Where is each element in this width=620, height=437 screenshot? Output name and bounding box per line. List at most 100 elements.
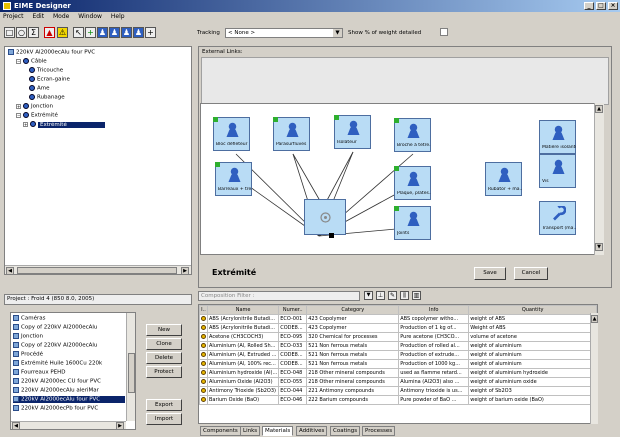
protect-button[interactable]: Protect bbox=[146, 366, 182, 378]
scroll-thumb[interactable] bbox=[128, 353, 135, 393]
materials-vertical-scrollbar[interactable]: ▲ bbox=[590, 313, 598, 424]
project-list-horizontal-scrollbar[interactable]: ◀ ▶ bbox=[11, 421, 126, 429]
component-node-matiere[interactable]: Matière isolante bbox=[539, 120, 576, 154]
column-header[interactable]: I.. bbox=[199, 305, 208, 315]
delete-button[interactable]: Delete bbox=[146, 352, 182, 364]
show-weight-checkbox[interactable] bbox=[440, 28, 448, 36]
table-row[interactable]: ABS (Acrylonitrile Butadi... CODE8... 423 … bbox=[199, 323, 597, 333]
alert-icon[interactable]: ▲ bbox=[44, 27, 55, 38]
component-node-barreaux[interactable]: Barreaux + tre... bbox=[215, 162, 252, 196]
import-button[interactable]: Import bbox=[146, 413, 182, 425]
canvas-vertical-scrollbar[interactable]: ▲ ▼ bbox=[594, 103, 604, 255]
sigma-icon[interactable]: Σ bbox=[28, 27, 39, 38]
list-item[interactable]: Fourreaux PEHD bbox=[13, 369, 66, 376]
menu-mode[interactable]: Mode bbox=[53, 13, 69, 20]
scroll-thumb[interactable] bbox=[17, 267, 177, 274]
list-item[interactable]: Jonction bbox=[13, 333, 43, 340]
circle-tool-icon[interactable]: ○ bbox=[16, 27, 27, 38]
list-item[interactable]: Caméras bbox=[13, 315, 45, 322]
expand-icon[interactable]: + bbox=[16, 103, 21, 109]
column-header[interactable]: Category bbox=[306, 305, 400, 315]
pointer-icon[interactable]: ↖ bbox=[73, 27, 84, 38]
tree-item-rubanage[interactable]: Rubanage bbox=[29, 94, 65, 101]
scroll-right-icon[interactable]: ▶ bbox=[181, 267, 189, 274]
scroll-left-icon[interactable]: ◀ bbox=[6, 267, 14, 274]
clone-button[interactable]: Clone bbox=[146, 338, 182, 350]
list-item[interactable]: 220kV Al2000ec CU four PVC bbox=[13, 378, 101, 385]
scroll-left-icon[interactable]: ◀ bbox=[12, 422, 20, 429]
tracking-select[interactable]: < None > ▼ bbox=[225, 28, 343, 38]
tab-additives[interactable]: Additives bbox=[296, 426, 328, 436]
add-icon[interactable]: + bbox=[145, 27, 156, 38]
add-component-icon[interactable]: + bbox=[85, 27, 96, 38]
component-group-icon[interactable]: ♟ bbox=[121, 27, 132, 38]
tab-coatings[interactable]: Coatings bbox=[330, 426, 361, 436]
component-node-joints[interactable]: Joints bbox=[394, 206, 431, 240]
diagram-canvas[interactable]: Bloc défleteur Parasurfluves Isolateur B… bbox=[200, 103, 604, 255]
close-button[interactable]: × bbox=[608, 2, 618, 10]
table-row[interactable]: Acetone (CH3COCH3) ECO-095 320 Chemical fo… bbox=[199, 332, 597, 342]
scroll-right-icon[interactable]: ▶ bbox=[116, 422, 124, 429]
component-link-icon[interactable]: ♟ bbox=[109, 27, 120, 38]
scroll-up-icon[interactable]: ▲ bbox=[591, 315, 598, 323]
expand-icon[interactable]: + bbox=[23, 121, 28, 127]
scroll-down-icon[interactable]: ▼ bbox=[595, 243, 603, 251]
filter-dropdown-icon[interactable]: ▼ bbox=[364, 291, 373, 300]
table-row[interactable]: Antimony Trioxide (Sb2O3) ECO-044 221 Anti… bbox=[199, 386, 597, 396]
table-row[interactable]: Barium Oxide (BaO) ECO-046 222 Barium comp… bbox=[199, 395, 597, 405]
filter-edit-icon[interactable]: ✎ bbox=[388, 291, 397, 300]
cancel-button[interactable]: Cancel bbox=[514, 267, 548, 280]
warning-icon[interactable]: ⚠ bbox=[57, 27, 68, 38]
filter-toggle-icon[interactable]: ⊥ bbox=[376, 291, 385, 300]
tree-item-ecran-gaine[interactable]: Ecran-gaine bbox=[29, 76, 70, 83]
column-header[interactable]: Name bbox=[206, 305, 280, 315]
new-button[interactable]: New bbox=[146, 324, 182, 336]
list-item[interactable]: Procédé bbox=[13, 351, 43, 358]
column-header[interactable]: Numer.. bbox=[278, 305, 308, 315]
filter-split-icon[interactable]: ⫼ bbox=[400, 291, 409, 300]
minimize-button[interactable]: _ bbox=[584, 2, 594, 10]
tab-links[interactable]: Links bbox=[240, 426, 261, 436]
tab-processes[interactable]: Processes bbox=[362, 426, 396, 436]
component-node-rubator[interactable]: Rubator + ma... bbox=[485, 162, 522, 196]
component-node-broche[interactable]: Broche à tetre... bbox=[394, 118, 431, 152]
component-node-isolateur[interactable]: Isolateur bbox=[334, 115, 371, 149]
chevron-down-icon[interactable]: ▼ bbox=[333, 29, 342, 37]
tree-item-ame[interactable]: Ame bbox=[29, 85, 50, 92]
menu-edit[interactable]: Edit bbox=[32, 13, 44, 20]
menu-help[interactable]: Help bbox=[111, 13, 125, 20]
collapse-icon[interactable]: − bbox=[16, 112, 21, 118]
component-edit-icon[interactable]: ♟ bbox=[133, 27, 144, 38]
component-node-plaque[interactable]: Plaque, plates... bbox=[394, 166, 431, 200]
resize-handle-icon[interactable] bbox=[329, 233, 334, 238]
filter-columns-icon[interactable]: ▥ bbox=[412, 291, 421, 300]
list-item[interactable]: 220kV Al2000ecAlu aleriMar bbox=[13, 387, 99, 394]
tab-materials[interactable]: Materials bbox=[262, 426, 294, 436]
list-item[interactable]: Copy of 220kV Al2000ecAlu bbox=[13, 342, 97, 349]
table-row[interactable]: Aluminium (Al, Rolled Sh... ECO-033 521 No… bbox=[199, 341, 597, 351]
component-node-center[interactable] bbox=[304, 199, 346, 235]
composition-filter-input[interactable]: Composition Filter : bbox=[198, 291, 360, 301]
list-item[interactable]: Extrémité Huile 1600Cu 220k bbox=[13, 360, 102, 367]
tab-components[interactable]: Components bbox=[200, 426, 241, 436]
component-node-transport[interactable]: Transport (ma... bbox=[539, 201, 576, 235]
table-row[interactable]: Aluminium hydroxide (Al(... ECO-048 218 Ot… bbox=[199, 368, 597, 378]
list-item[interactable]: 220kV Al2000ecPb four PVC bbox=[13, 405, 98, 412]
list-item[interactable]: Copy of 220kV Al2000ecAlu bbox=[13, 324, 97, 331]
tree-item-extremite-child[interactable]: + Extrémité bbox=[23, 121, 105, 128]
save-button[interactable]: Save bbox=[474, 267, 506, 280]
export-button[interactable]: Export bbox=[146, 399, 182, 411]
tree-item-jonction[interactable]: + Jonction bbox=[16, 103, 53, 110]
menu-window[interactable]: Window bbox=[78, 13, 102, 20]
table-row[interactable]: Aluminium (Al, 100% rec... CODE8... 521 No… bbox=[199, 359, 597, 369]
rectangle-tool-icon[interactable]: □ bbox=[4, 27, 15, 38]
scroll-up-icon[interactable]: ▲ bbox=[595, 105, 603, 113]
tree-item-cable[interactable]: − Câble bbox=[16, 58, 47, 65]
table-row[interactable]: Aluminium (Al, Extruded ... CODE8... 521 N… bbox=[199, 350, 597, 360]
column-header[interactable]: Info bbox=[398, 305, 470, 315]
table-row[interactable]: ABS (Acrylonitrile Butadi... ECO-001 423 C… bbox=[199, 314, 597, 324]
tree-root[interactable]: 220kV Al2000ecAlu four PVC bbox=[8, 49, 95, 56]
menu-project[interactable]: Project bbox=[3, 13, 24, 20]
component-icon[interactable]: ♟ bbox=[97, 27, 108, 38]
table-row[interactable]: Aluminium Oxide (Al2O3) ECO-055 218 Other … bbox=[199, 377, 597, 387]
